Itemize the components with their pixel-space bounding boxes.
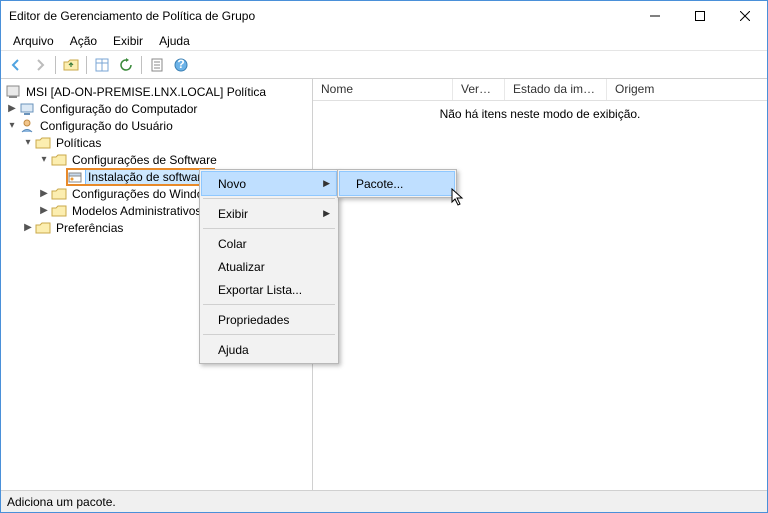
ctx-separator	[203, 198, 335, 199]
folder-icon	[51, 186, 67, 202]
folder-icon	[51, 203, 67, 219]
tree-policies[interactable]: ▾ Políticas	[5, 134, 312, 151]
menu-exibir[interactable]: Exibir	[105, 32, 151, 50]
policy-icon	[5, 84, 21, 100]
list-empty-message: Não há itens neste modo de exibição.	[313, 101, 767, 490]
main-split: MSI [AD-ON-PREMISE.LNX.LOCAL] Política ▶…	[1, 79, 767, 490]
menu-arquivo[interactable]: Arquivo	[5, 32, 62, 50]
toolbar-separator	[55, 56, 56, 74]
computer-icon	[19, 101, 35, 117]
minimize-button[interactable]	[632, 1, 677, 31]
ctx-separator	[203, 334, 335, 335]
window-title: Editor de Gerenciamento de Política de G…	[9, 9, 255, 23]
forward-button[interactable]	[29, 54, 51, 76]
help-button[interactable]: ?	[170, 54, 192, 76]
ctx-label: Exibir	[218, 207, 248, 221]
context-submenu: Pacote...	[337, 169, 457, 198]
ctx-ajuda[interactable]: Ajuda	[202, 338, 336, 361]
list-header: Nome Versão Estado da impl... Origem	[313, 79, 767, 101]
expander-icon[interactable]: ▾	[21, 137, 35, 148]
tree-label: Configuração do Computador	[38, 102, 199, 116]
ctx-colar[interactable]: Colar	[202, 232, 336, 255]
refresh-button[interactable]	[115, 54, 137, 76]
ctx-label: Propriedades	[218, 313, 289, 327]
menu-ajuda[interactable]: Ajuda	[151, 32, 198, 50]
ctx-separator	[203, 228, 335, 229]
folder-icon	[51, 152, 67, 168]
tree-root[interactable]: MSI [AD-ON-PREMISE.LNX.LOCAL] Política	[5, 83, 312, 100]
window-buttons	[632, 1, 767, 31]
ctx-label: Pacote...	[356, 177, 403, 191]
ctx-pacote[interactable]: Pacote...	[340, 172, 454, 195]
properties-button[interactable]	[146, 54, 168, 76]
expander-icon[interactable]: ▶	[37, 205, 51, 216]
ctx-label: Atualizar	[218, 260, 265, 274]
column-nome[interactable]: Nome	[313, 79, 453, 100]
status-bar: Adiciona um pacote.	[1, 490, 767, 512]
context-menu: Novo ▶ Exibir ▶ Colar Atualizar Exportar…	[199, 169, 339, 364]
ctx-separator	[203, 304, 335, 305]
tree-label: Configurações do Windows	[70, 187, 220, 201]
expander-icon[interactable]: ▶	[5, 103, 19, 114]
list-pane: Nome Versão Estado da impl... Origem Não…	[313, 79, 767, 490]
status-text: Adiciona um pacote.	[7, 495, 116, 509]
column-estado[interactable]: Estado da impl...	[505, 79, 607, 100]
folder-icon	[35, 220, 51, 236]
expander-icon[interactable]: ▶	[37, 188, 51, 199]
tree-software-settings[interactable]: ▾ Configurações de Software	[5, 151, 312, 168]
column-origem[interactable]: Origem	[607, 79, 767, 100]
toolbar-separator	[141, 56, 142, 74]
expander-icon[interactable]: ▶	[21, 222, 35, 233]
ctx-exibir[interactable]: Exibir ▶	[202, 202, 336, 225]
folder-icon	[35, 135, 51, 151]
tree-label: MSI [AD-ON-PREMISE.LNX.LOCAL] Política	[24, 85, 268, 99]
expander-icon[interactable]: ▾	[5, 120, 19, 131]
tree-computer-config[interactable]: ▶ Configuração do Computador	[5, 100, 312, 117]
tree-label: Instalação de software	[86, 170, 210, 184]
submenu-arrow-icon: ▶	[323, 178, 330, 189]
ctx-propriedades[interactable]: Propriedades	[202, 308, 336, 331]
menu-acao[interactable]: Ação	[62, 32, 105, 50]
back-button[interactable]	[5, 54, 27, 76]
tree-user-config[interactable]: ▾ Configuração do Usuário	[5, 117, 312, 134]
user-icon	[19, 118, 35, 134]
show-list-button[interactable]	[91, 54, 113, 76]
column-versao[interactable]: Versão	[453, 79, 505, 100]
toolbar-separator	[86, 56, 87, 74]
ctx-atualizar[interactable]: Atualizar	[202, 255, 336, 278]
toolbar: ?	[1, 51, 767, 79]
ctx-exportar[interactable]: Exportar Lista...	[202, 278, 336, 301]
tree-label: Configuração do Usuário	[38, 119, 175, 133]
ctx-label: Colar	[218, 237, 247, 251]
maximize-button[interactable]	[677, 1, 722, 31]
ctx-novo[interactable]: Novo ▶	[202, 172, 336, 195]
menu-bar: Arquivo Ação Exibir Ajuda	[1, 31, 767, 51]
expander-icon[interactable]: ▾	[37, 154, 51, 165]
submenu-arrow-icon: ▶	[323, 208, 330, 219]
svg-text:?: ?	[177, 58, 184, 71]
tree-label: Políticas	[54, 136, 103, 150]
tree-label: Preferências	[54, 221, 125, 235]
title-bar: Editor de Gerenciamento de Política de G…	[1, 1, 767, 31]
ctx-label: Exportar Lista...	[218, 283, 302, 297]
close-button[interactable]	[722, 1, 767, 31]
tree-label: Configurações de Software	[70, 153, 219, 167]
tree-label: Modelos Administrativos	[70, 204, 203, 218]
ctx-label: Novo	[218, 177, 246, 191]
ctx-label: Ajuda	[218, 343, 249, 357]
installer-icon	[67, 169, 83, 185]
up-folder-button[interactable]	[60, 54, 82, 76]
